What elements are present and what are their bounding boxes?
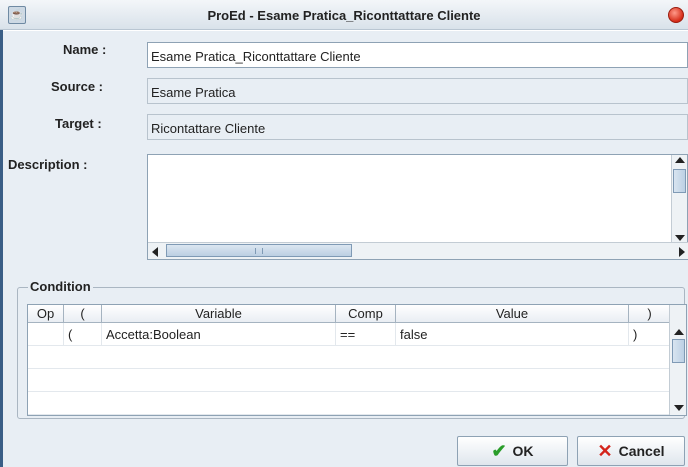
scroll-down-arrow-icon[interactable] bbox=[675, 235, 685, 241]
column-header-open-paren[interactable]: ( bbox=[64, 305, 102, 323]
table-body: ( Accetta:Boolean == false ) bbox=[28, 323, 670, 416]
dialog-panel: Name : Esame Pratica_Riconttattare Clien… bbox=[0, 31, 688, 467]
close-window-button[interactable] bbox=[668, 7, 684, 23]
scroll-up-arrow-icon[interactable] bbox=[674, 329, 684, 335]
cancel-button-label: Cancel bbox=[618, 443, 665, 459]
table-row-empty[interactable] bbox=[28, 369, 670, 392]
cell-close-paren[interactable]: ) bbox=[629, 323, 670, 346]
condition-group-title: Condition bbox=[28, 279, 93, 294]
title-bar: ☕ ProEd - Esame Pratica_Riconttattare Cl… bbox=[0, 0, 688, 30]
scroll-thumb[interactable] bbox=[166, 244, 352, 257]
window-left-edge bbox=[0, 30, 3, 467]
column-header-op[interactable]: Op bbox=[28, 305, 64, 323]
cell-variable[interactable]: Accetta:Boolean bbox=[102, 323, 336, 346]
grip-icon bbox=[255, 248, 263, 254]
column-header-close-paren[interactable]: ) bbox=[629, 305, 670, 323]
checkmark-icon: ✔ bbox=[491, 441, 507, 461]
close-x-icon: ✕ bbox=[597, 441, 613, 461]
cancel-button[interactable]: ✕ Cancel bbox=[577, 436, 685, 466]
ok-button[interactable]: ✔ OK bbox=[457, 436, 568, 466]
table-row[interactable]: ( Accetta:Boolean == false ) bbox=[28, 323, 670, 346]
scroll-left-arrow-icon[interactable] bbox=[152, 247, 158, 257]
ok-button-label: OK bbox=[512, 443, 534, 459]
name-field[interactable]: Esame Pratica_Riconttattare Cliente bbox=[147, 42, 688, 68]
window-title: ProEd - Esame Pratica_Riconttattare Clie… bbox=[207, 8, 481, 23]
scroll-down-arrow-icon[interactable] bbox=[674, 405, 684, 411]
target-field: Ricontattare Cliente bbox=[147, 114, 688, 140]
description-horizontal-scrollbar[interactable] bbox=[148, 242, 688, 259]
column-header-value[interactable]: Value bbox=[396, 305, 629, 323]
description-vertical-scrollbar[interactable] bbox=[671, 155, 687, 243]
condition-table[interactable]: Op ( Variable Comp Value ) ( Accetta:Boo… bbox=[27, 304, 687, 416]
source-label: Source : bbox=[51, 79, 104, 94]
source-field: Esame Pratica bbox=[147, 78, 688, 104]
cell-op[interactable] bbox=[28, 323, 64, 346]
column-header-comp[interactable]: Comp bbox=[336, 305, 396, 323]
table-vertical-scrollbar[interactable] bbox=[669, 305, 686, 415]
name-label: Name : bbox=[63, 42, 107, 57]
scroll-right-arrow-icon[interactable] bbox=[679, 247, 685, 257]
description-textarea[interactable] bbox=[147, 154, 688, 260]
target-label: Target : bbox=[55, 116, 102, 131]
cell-open-paren[interactable]: ( bbox=[64, 323, 102, 346]
table-row-empty[interactable] bbox=[28, 392, 670, 415]
table-row-empty[interactable] bbox=[28, 346, 670, 369]
table-header: Op ( Variable Comp Value ) bbox=[28, 305, 670, 323]
description-label: Description : bbox=[8, 157, 88, 172]
cell-value[interactable]: false bbox=[396, 323, 629, 346]
scroll-thumb[interactable] bbox=[672, 339, 685, 363]
scroll-up-arrow-icon[interactable] bbox=[675, 157, 685, 163]
cell-comp[interactable]: == bbox=[336, 323, 396, 346]
scroll-thumb[interactable] bbox=[673, 169, 686, 193]
column-header-variable[interactable]: Variable bbox=[102, 305, 336, 323]
